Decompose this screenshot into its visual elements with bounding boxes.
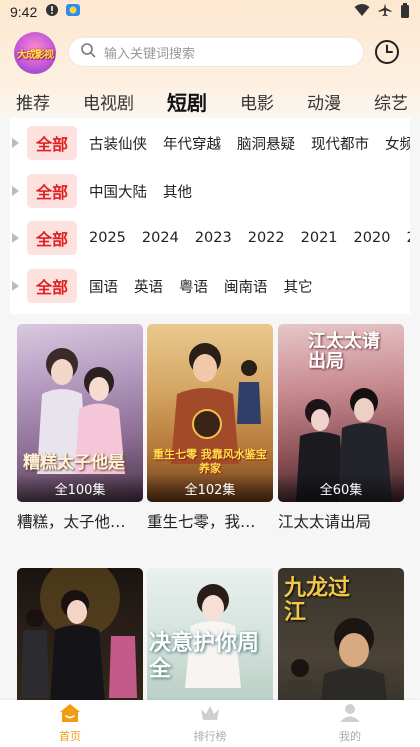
app-logo[interactable]: 大成影视 <box>14 32 56 74</box>
filter-option[interactable]: 2020 <box>354 230 391 246</box>
filter-option[interactable]: 国语 <box>89 276 118 297</box>
filter-all-button[interactable]: 全部 <box>27 221 77 255</box>
filter-option[interactable]: 女频恋爱 <box>385 133 410 154</box>
filter-option[interactable]: 2021 <box>301 230 338 246</box>
drama-poster[interactable]: 重生七零 我靠风水鉴宝养家 全102集 <box>147 324 273 502</box>
crown-icon <box>199 703 221 727</box>
status-time: 9:42 <box>10 4 38 20</box>
poster-title-art: 江太太请出局 <box>308 331 380 372</box>
tab-anime[interactable]: 动漫 <box>307 89 341 114</box>
filter-option[interactable]: 脑洞悬疑 <box>237 133 295 154</box>
drama-poster[interactable]: 糟糕太子他是 全100集 <box>17 324 143 502</box>
top-header: 大成影视 输入关键词搜索 <box>0 30 420 76</box>
expand-arrow-icon[interactable] <box>12 186 19 196</box>
search-bar[interactable]: 输入关键词搜索 <box>68 37 364 67</box>
filter-option[interactable]: 英语 <box>134 276 163 297</box>
filter-option[interactable]: 中国大陆 <box>89 181 147 202</box>
filter-all-button[interactable]: 全部 <box>27 126 77 160</box>
expand-arrow-icon[interactable] <box>12 233 19 243</box>
episode-count: 全60集 <box>278 474 404 502</box>
filter-row-year: 全部 2025 2024 2023 2022 2021 2020 2019 <box>10 218 410 258</box>
episode-count: 全100集 <box>17 474 143 502</box>
expand-arrow-icon[interactable] <box>12 138 19 148</box>
poster-title-art: 糟糕太子他是 <box>23 453 125 473</box>
tab-movie[interactable]: 电影 <box>240 89 274 114</box>
filter-option[interactable]: 2023 <box>195 230 232 246</box>
filter-panel: 全部 古装仙侠 年代穿越 脑洞悬疑 现代都市 女频恋爱 全部 中国大陆 其他 全… <box>10 118 410 314</box>
filter-option[interactable]: 2024 <box>142 230 179 246</box>
alert-icon <box>45 3 59 21</box>
nav-home[interactable]: 首页 <box>0 700 140 747</box>
app-notification-icon <box>65 2 81 22</box>
filter-row-genre: 全部 古装仙侠 年代穿越 脑洞悬疑 现代都市 女频恋爱 <box>10 123 410 163</box>
expand-arrow-icon[interactable] <box>12 281 19 291</box>
user-icon <box>339 703 361 727</box>
status-bar: 9:42 <box>0 0 420 24</box>
filter-all-button[interactable]: 全部 <box>27 269 77 303</box>
category-tabs: 推荐 电视剧 短剧 电影 动漫 综艺 <box>0 84 420 118</box>
drama-title[interactable]: 糟糕，太子他… <box>17 510 143 532</box>
tab-recommend[interactable]: 推荐 <box>16 89 50 114</box>
drama-title[interactable]: 江太太请出局 <box>278 510 404 532</box>
airplane-icon <box>378 3 392 21</box>
nav-label: 排行榜 <box>193 730 227 743</box>
filter-option[interactable]: 2019 <box>406 230 410 246</box>
tab-variety[interactable]: 综艺 <box>374 89 408 114</box>
poster-title-art: 决意护你周全 <box>149 630 260 682</box>
drama-card[interactable]: 江太太请出局 全60集 江太太请出局 <box>278 324 404 532</box>
home-icon <box>59 703 81 727</box>
bottom-navigation: 首页 排行榜 我的 <box>0 700 420 747</box>
nav-label: 首页 <box>59 730 81 743</box>
tab-tv-series[interactable]: 电视剧 <box>83 89 134 114</box>
battery-icon <box>400 2 410 22</box>
filter-row-language: 全部 国语 英语 粤语 闽南语 其它 <box>10 266 410 306</box>
filter-row-region: 全部 中国大陆 其他 <box>10 171 410 211</box>
filter-option[interactable]: 现代都市 <box>311 133 369 154</box>
drama-title[interactable]: 重生七零，我… <box>147 510 273 532</box>
history-clock-icon[interactable] <box>374 39 400 65</box>
filter-all-button[interactable]: 全部 <box>27 174 77 208</box>
filter-option[interactable]: 古装仙侠 <box>89 133 147 154</box>
filter-option[interactable]: 年代穿越 <box>163 133 221 154</box>
logo-text: 大成影视 <box>17 49 54 61</box>
nav-profile[interactable]: 我的 <box>280 700 420 747</box>
episode-count: 全102集 <box>147 474 273 502</box>
poster-title-art: 重生七零 我靠风水鉴宝养家 <box>153 448 267 475</box>
filter-option[interactable]: 2022 <box>248 230 285 246</box>
drama-card[interactable]: 重生七零 我靠风水鉴宝养家 全102集 重生七零，我… <box>147 324 273 532</box>
tab-short-drama[interactable]: 短剧 <box>167 87 207 117</box>
search-placeholder[interactable]: 输入关键词搜索 <box>104 43 195 62</box>
nav-label: 我的 <box>339 730 361 743</box>
filter-option[interactable]: 其它 <box>284 276 313 297</box>
drama-poster[interactable]: 江太太请出局 全60集 <box>278 324 404 502</box>
search-icon <box>80 42 96 62</box>
nav-ranking[interactable]: 排行榜 <box>140 700 280 747</box>
poster-title-art: 九龙过江 <box>284 575 351 625</box>
wifi-icon <box>354 3 370 21</box>
filter-option[interactable]: 其他 <box>163 181 192 202</box>
filter-option[interactable]: 2025 <box>89 230 126 246</box>
filter-option[interactable]: 闽南语 <box>224 276 268 297</box>
filter-option[interactable]: 粤语 <box>179 276 208 297</box>
drama-card[interactable]: 糟糕太子他是 全100集 糟糕，太子他… <box>17 324 143 532</box>
